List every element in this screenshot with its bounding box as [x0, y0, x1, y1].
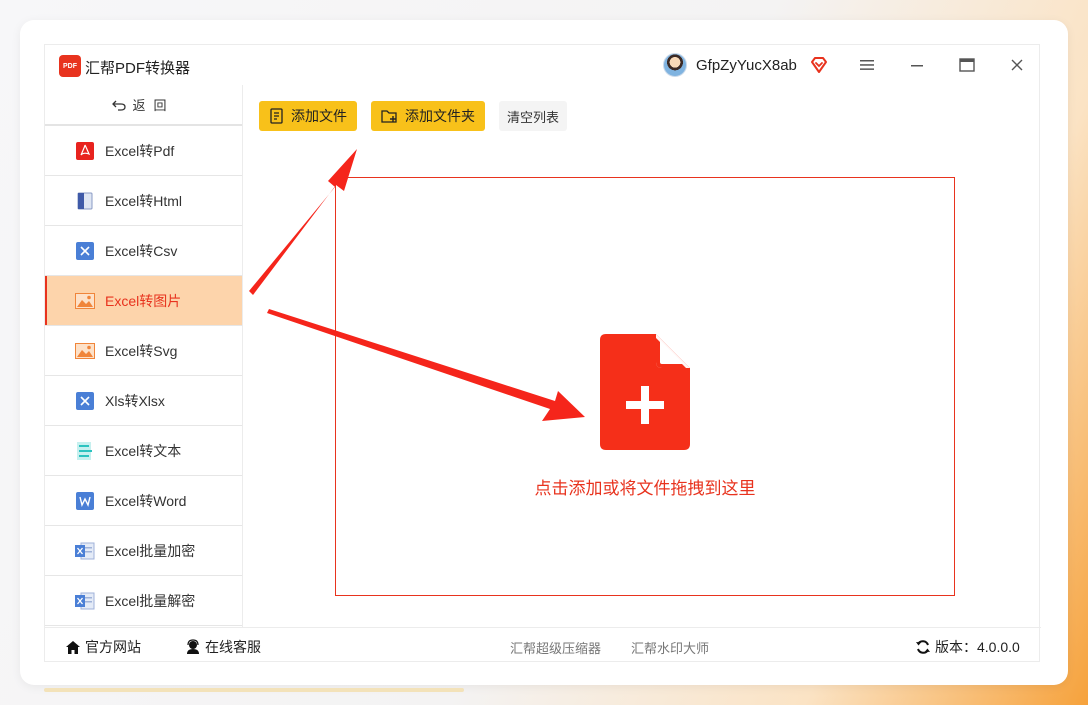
text-icon	[75, 441, 95, 461]
html-icon	[75, 191, 95, 211]
sidebar-item-label: Excel转文本	[105, 442, 182, 459]
online-service-label: 在线客服	[205, 639, 261, 655]
toolbar: 添加文件 添加文件夹 清空列表	[259, 101, 568, 131]
sidebar-item-excel-to-csv[interactable]: Excel转Csv	[45, 226, 242, 276]
back-label: 返回	[132, 98, 175, 113]
version-label: 版本：4.0.0.0	[935, 639, 1020, 655]
sidebar-item-label: Excel转Csv	[105, 242, 178, 259]
add-folder-icon	[381, 110, 397, 123]
sidebar-item-label: Excel转Word	[105, 492, 187, 509]
add-file-label: 添加文件	[291, 108, 347, 124]
online-service-link[interactable]: 在线客服	[185, 637, 261, 657]
sidebar-item-excel-to-html[interactable]: Excel转Html	[45, 176, 242, 226]
excel-file-icon	[75, 541, 95, 561]
compressor-link[interactable]: 汇帮超级压缩器	[510, 638, 601, 657]
avatar[interactable]	[663, 53, 687, 77]
vip-diamond-icon[interactable]	[810, 56, 828, 74]
image-icon	[75, 291, 95, 311]
sidebar-item-label: Excel转Svg	[105, 342, 178, 359]
add-folder-label: 添加文件夹	[405, 108, 475, 124]
close-icon	[1011, 59, 1023, 71]
sidebar-item-excel-to-svg[interactable]: Excel转Svg	[45, 326, 242, 376]
username[interactable]: GfpZyYucX8ab	[696, 57, 797, 74]
version-info[interactable]: 版本：4.0.0.0	[915, 637, 1020, 657]
minimize-icon	[911, 65, 923, 67]
add-file-large-icon[interactable]	[600, 334, 690, 450]
app-logo-text: PDF	[63, 62, 77, 70]
menu-button[interactable]	[853, 53, 881, 77]
official-website-label: 官方网站	[85, 639, 141, 655]
excel-file-icon	[75, 591, 95, 611]
add-file-button[interactable]: 添加文件	[259, 101, 357, 131]
sidebar-item-excel-to-text[interactable]: Excel转文本	[45, 426, 242, 476]
drop-zone-hint: 点击添加或将文件拖拽到这里	[534, 479, 756, 498]
excel-icon	[75, 391, 95, 411]
sidebar-item-excel-to-pdf[interactable]: Excel转Pdf	[45, 126, 242, 176]
sidebar-item-label: Excel转图片	[105, 292, 182, 309]
sidebar-item-excel-to-word[interactable]: Excel转Word	[45, 476, 242, 526]
sidebar: 返回 Excel转Pdf Excel转Html Excel转Csv Excel转…	[45, 85, 243, 627]
pdf-icon	[75, 141, 95, 161]
sidebar-item-label: Excel转Pdf	[105, 142, 175, 159]
sidebar-item-excel-decrypt[interactable]: Excel批量解密	[45, 576, 242, 626]
sidebar-item-label: Excel批量加密	[105, 542, 196, 559]
refresh-icon	[916, 640, 930, 654]
clear-list-button[interactable]: 清空列表	[499, 101, 568, 131]
sidebar-item-excel-encrypt[interactable]: Excel批量加密	[45, 526, 242, 576]
csv-icon	[75, 241, 95, 261]
sidebar-item-label: Excel转Html	[105, 192, 183, 209]
app-logo-icon: PDF	[59, 55, 81, 77]
add-file-icon	[270, 108, 283, 124]
sidebar-item-label: Excel批量解密	[105, 592, 196, 609]
maximize-button[interactable]	[953, 53, 981, 77]
official-website-link[interactable]: 官方网站	[65, 637, 141, 657]
clear-list-label: 清空列表	[507, 109, 560, 125]
image-icon	[75, 341, 95, 361]
app-window: PDF 汇帮PDF转换器 GfpZyYucX8ab 返回 Excel转Pdf E…	[44, 44, 1041, 663]
close-button[interactable]	[1003, 53, 1031, 77]
word-icon	[75, 491, 95, 511]
hamburger-icon	[860, 60, 874, 70]
sidebar-item-label: Xls转Xlsx	[105, 392, 165, 409]
file-drop-zone[interactable]: 点击添加或将文件拖拽到这里	[335, 177, 955, 596]
back-button[interactable]: 返回	[45, 85, 242, 126]
home-icon	[66, 640, 80, 654]
maximize-icon	[959, 58, 975, 72]
sidebar-item-excel-to-image[interactable]: Excel转图片	[45, 276, 242, 326]
back-arrow-icon	[112, 100, 127, 111]
app-title: 汇帮PDF转换器	[85, 60, 191, 77]
add-folder-button[interactable]: 添加文件夹	[371, 101, 485, 131]
sidebar-item-xls-to-xlsx[interactable]: Xls转Xlsx	[45, 376, 242, 426]
minimize-button[interactable]	[903, 53, 931, 77]
bottom-strip	[44, 688, 464, 692]
watermark-link[interactable]: 汇帮水印大师	[631, 638, 709, 657]
footer: 官方网站 在线客服 汇帮超级压缩器 汇帮水印大师 版本：4.0.0.0	[45, 627, 1041, 663]
title-bar: PDF 汇帮PDF转换器 GfpZyYucX8ab	[45, 45, 1041, 85]
headset-icon	[187, 639, 199, 654]
